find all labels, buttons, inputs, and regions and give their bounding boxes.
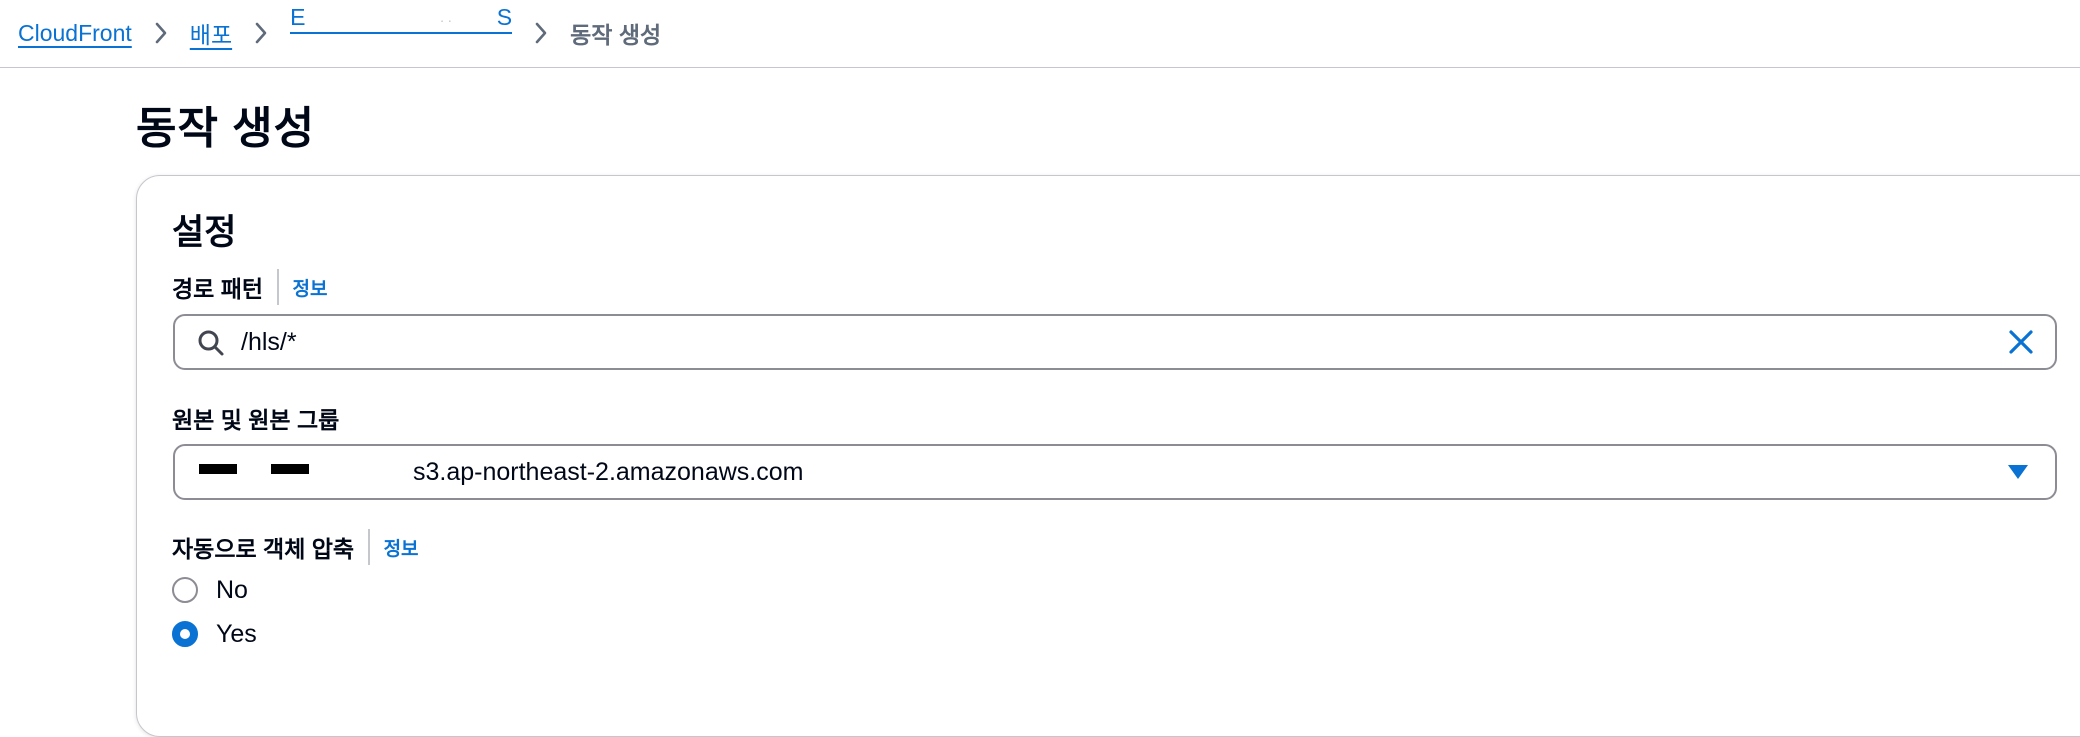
close-icon[interactable] bbox=[2007, 328, 2035, 356]
origin-label-row: 원본 및 원본 그룹 bbox=[172, 400, 339, 436]
redacted-text bbox=[199, 464, 237, 474]
breadcrumb: CloudFront 배포 E . . S 동작 생성 bbox=[18, 0, 661, 66]
compress-label-row: 자동으로 객체 압축 정보 bbox=[172, 529, 419, 565]
compress-option-yes-label: Yes bbox=[216, 619, 257, 648]
page-title: 동작 생성 bbox=[136, 104, 316, 153]
info-divider bbox=[277, 269, 279, 305]
distribution-id-end: S bbox=[496, 4, 513, 30]
radio-checked-icon[interactable] bbox=[172, 621, 198, 647]
chevron-right-icon bbox=[512, 22, 570, 44]
breadcrumb-cloudfront[interactable]: CloudFront bbox=[18, 20, 132, 47]
search-icon bbox=[197, 329, 225, 357]
header-divider bbox=[0, 67, 2080, 68]
path-pattern-info-link[interactable]: 정보 bbox=[293, 274, 328, 301]
radio-unchecked-icon[interactable] bbox=[172, 577, 198, 603]
chevron-right-icon bbox=[132, 22, 190, 44]
compress-option-yes[interactable]: Yes bbox=[172, 618, 257, 650]
compress-option-no[interactable]: No bbox=[172, 574, 248, 606]
breadcrumb-distributions[interactable]: 배포 bbox=[190, 16, 232, 50]
compress-option-no-label: No bbox=[216, 575, 248, 604]
origin-label: 원본 및 원본 그룹 bbox=[172, 407, 340, 433]
path-pattern-value: /hls/* bbox=[241, 328, 297, 356]
breadcrumb-current: 동작 생성 bbox=[570, 22, 662, 48]
path-pattern-input[interactable]: /hls/* bbox=[173, 314, 2057, 370]
settings-title: 설정 bbox=[172, 213, 237, 252]
compress-label: 자동으로 객체 압축 bbox=[172, 536, 355, 562]
breadcrumb-distribution-id[interactable]: E . . S bbox=[290, 4, 513, 34]
distribution-id-masked: . . bbox=[440, 9, 452, 25]
path-pattern-label-row: 경로 패턴 정보 bbox=[172, 269, 328, 305]
origin-value: s3.ap-northeast-2.amazonaws.com bbox=[413, 458, 804, 486]
redacted-text bbox=[271, 464, 309, 474]
compress-info-link[interactable]: 정보 bbox=[384, 534, 419, 561]
origin-select[interactable]: s3.ap-northeast-2.amazonaws.com bbox=[173, 444, 2057, 500]
caret-down-icon bbox=[2007, 464, 2029, 480]
chevron-right-icon bbox=[232, 22, 290, 44]
path-pattern-label: 경로 패턴 bbox=[172, 276, 264, 302]
info-divider bbox=[368, 529, 370, 565]
distribution-id-start: E bbox=[290, 4, 306, 30]
